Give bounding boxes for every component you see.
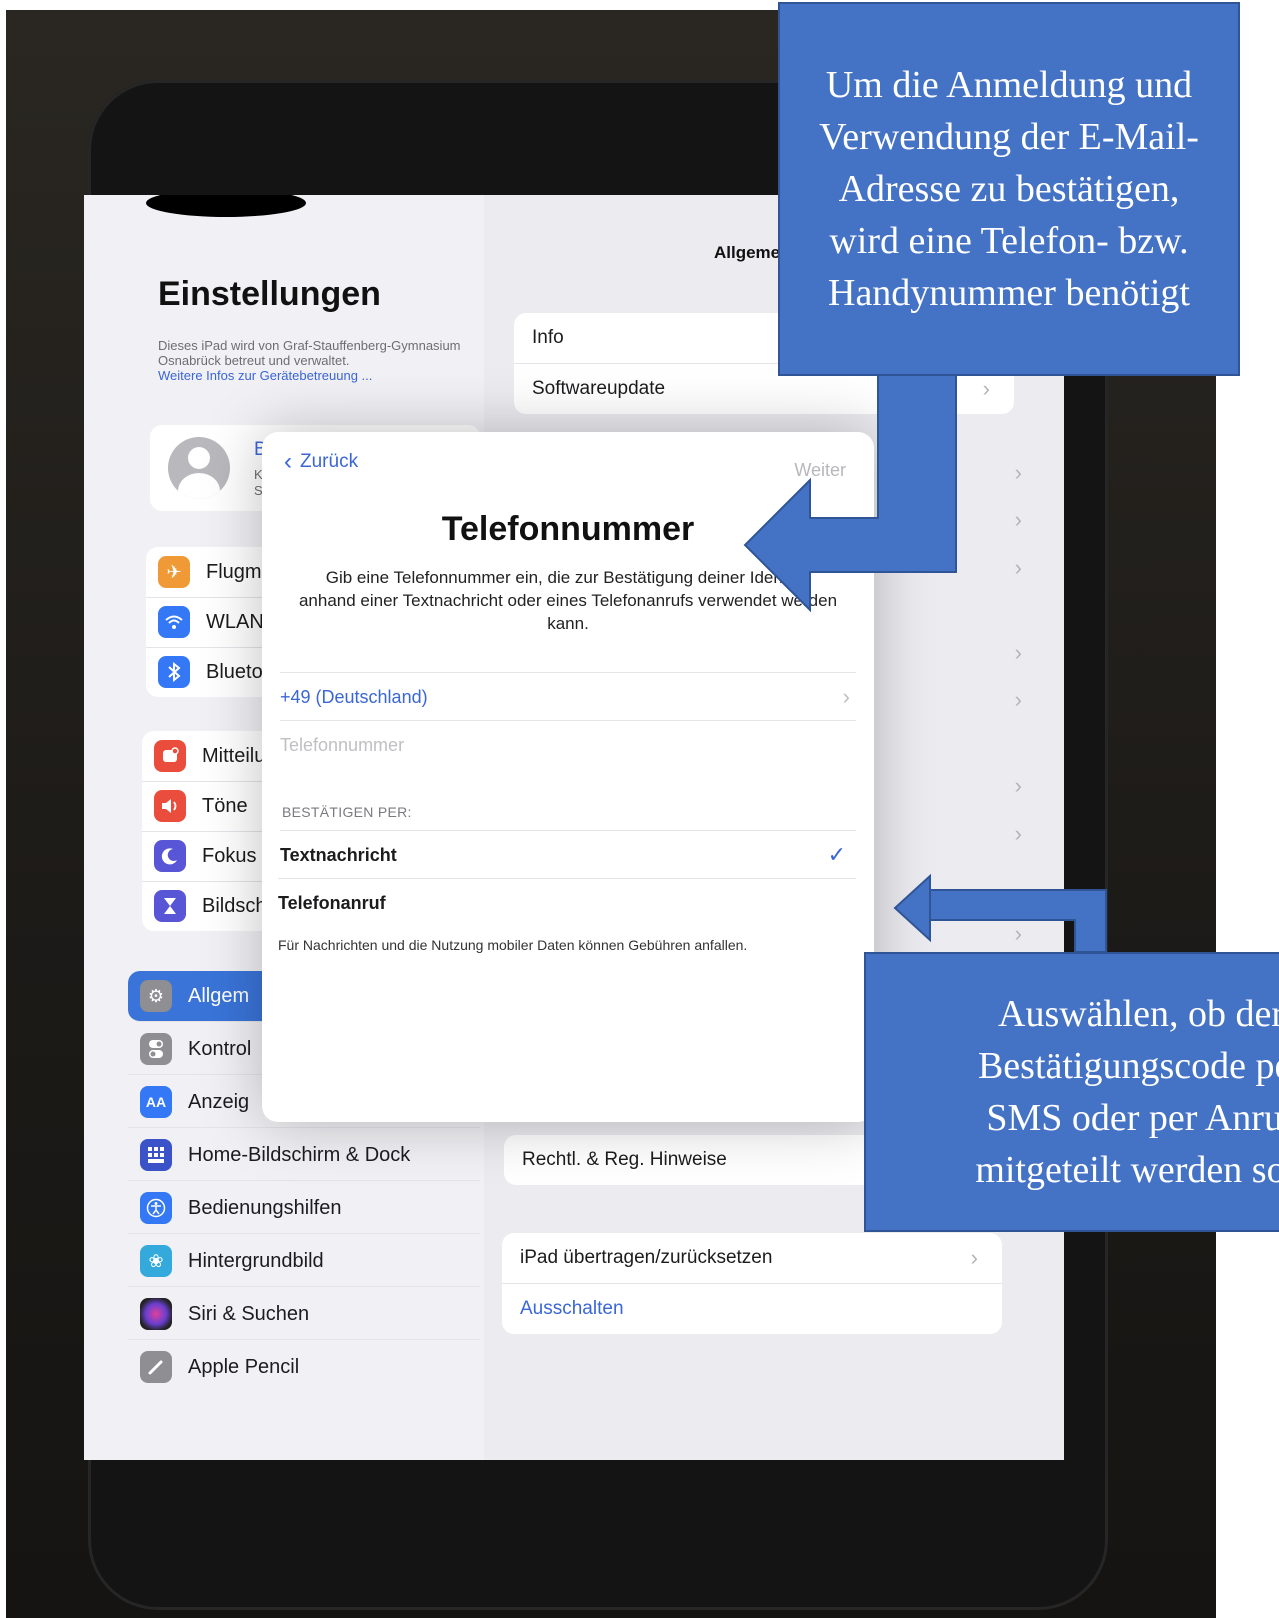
page-title: Einstellungen xyxy=(158,275,381,313)
chevron-right-icon: › xyxy=(1014,460,1022,485)
chevron-right-icon: › xyxy=(1014,640,1022,665)
callout-line: Handynummer benötigt xyxy=(828,272,1190,314)
siri-icon xyxy=(140,1298,172,1330)
sidebar-item-home-bildschirm[interactable]: Home-Bildschirm & Dock xyxy=(128,1130,480,1181)
gear-icon: ⚙ xyxy=(140,980,172,1012)
callout-choose-method: Auswählen, ob der Bestätigungscode per S… xyxy=(864,952,1279,1232)
callout-line: SMS oder per Anruf xyxy=(986,1097,1279,1139)
main-title: Allgeme xyxy=(714,243,781,262)
sidebar-item-label: Bildsch xyxy=(202,894,267,917)
chevron-right-icon: › xyxy=(982,376,990,401)
chevron-right-icon: › xyxy=(1014,921,1022,946)
sidebar-item-siri[interactable]: Siri & Suchen xyxy=(128,1289,480,1340)
sidebar-item-label: Kontrol xyxy=(188,1037,252,1060)
chevron-right-icon: › xyxy=(1014,555,1022,580)
callout-line: Bestätigungscode per xyxy=(977,1045,1279,1087)
sidebar-item-label: Fokus xyxy=(202,844,257,867)
chevron-right-icon: › xyxy=(1014,773,1022,798)
row-label: iPad übertragen/zurücksetzen xyxy=(520,1247,773,1268)
dialog-description: Gib eine Telefonnummer ein, die zur Best… xyxy=(298,568,838,633)
wifi-icon xyxy=(158,606,190,638)
dialog-title: Telefonnummer xyxy=(441,510,695,548)
charges-note: Für Nachrichten und die Nutzung mobiler … xyxy=(278,937,748,953)
next-button[interactable]: Weiter xyxy=(794,460,846,481)
chevron-right-icon: › xyxy=(842,684,850,709)
callout-line: wird eine Telefon- bzw. xyxy=(829,220,1189,262)
mdm-text: Dieses iPad wird von Graf-Stauffenberg-G… xyxy=(158,338,461,368)
main-group-reset: iPad übertragen/zurücksetzen › Ausschalte… xyxy=(502,1233,1002,1334)
phone-number-dialog: ‹ Zurück Weiter Telefonnummer Gib eine T… xyxy=(262,432,874,1122)
row-label: Softwareupdate xyxy=(532,378,666,399)
callout-line: Verwendung der E-Mail- xyxy=(819,116,1199,158)
mdm-notice: Dieses iPad wird von Graf-Stauffenberg-G… xyxy=(158,338,478,383)
option-textnachricht[interactable]: Textnachricht ✓ xyxy=(280,830,856,879)
sidebar-item-label: Töne xyxy=(202,794,248,817)
row-label: Rechtl. & Reg. Hinweise xyxy=(522,1149,727,1170)
option-label: Textnachricht xyxy=(280,844,397,865)
sidebar-item-label: Apple Pencil xyxy=(188,1355,300,1378)
option-label: Telefonanruf xyxy=(278,892,386,913)
checkmark-icon: ✓ xyxy=(827,842,846,867)
chevron-right-icon: › xyxy=(1014,687,1022,712)
callout-line: Auswählen, ob der xyxy=(998,993,1279,1035)
callout-line: Um die Anmeldung und xyxy=(825,64,1193,106)
country-code: +49 (Deutschland) xyxy=(280,686,428,707)
row-label: Ausschalten xyxy=(520,1298,624,1319)
redaction-mark xyxy=(146,195,306,217)
phone-number-input[interactable] xyxy=(280,734,856,756)
airplane-icon: ✈ xyxy=(158,556,190,588)
section-header: BESTÄTIGEN PER: xyxy=(282,804,412,820)
pencil-icon xyxy=(140,1351,172,1383)
notifications-icon xyxy=(154,740,186,772)
sidebar-item-label: Allgem xyxy=(188,984,250,1007)
sounds-icon xyxy=(154,790,186,822)
row-transfer-reset[interactable]: iPad übertragen/zurücksetzen › xyxy=(502,1233,1002,1284)
callout-line: Adresse zu bestätigen, xyxy=(838,168,1180,210)
sidebar-item-label: Anzeig xyxy=(188,1090,250,1113)
display-icon: AA xyxy=(140,1086,172,1118)
home-grid-icon xyxy=(140,1139,172,1171)
moon-icon xyxy=(154,840,186,872)
sidebar-item-label: Bedienungshilfen xyxy=(188,1196,342,1219)
accessibility-icon xyxy=(140,1192,172,1224)
chevron-right-icon: › xyxy=(970,1245,978,1270)
sidebar-item-label: Siri & Suchen xyxy=(188,1302,310,1325)
sidebar-item-label: Home-Bildschirm & Dock xyxy=(188,1143,411,1166)
sidebar-item-bedienungshilfen[interactable]: Bedienungshilfen xyxy=(128,1183,480,1234)
callout-line: mitgeteilt werden soll xyxy=(975,1149,1279,1191)
wallpaper-icon: ❀ xyxy=(140,1245,172,1277)
hourglass-icon xyxy=(154,890,186,922)
sidebar-item-label: WLAN xyxy=(206,610,264,633)
country-selector[interactable]: +49 (Deutschland) › xyxy=(280,672,856,721)
chevron-right-icon: › xyxy=(1014,507,1022,532)
bluetooth-icon xyxy=(158,656,190,688)
sidebar-item-hintergrundbild[interactable]: ❀ Hintergrundbild xyxy=(128,1236,480,1287)
row-label: Info xyxy=(532,327,564,348)
option-telefonanruf[interactable]: Telefonanruf xyxy=(278,878,856,927)
toggles-icon xyxy=(140,1033,172,1065)
phone-number-row xyxy=(280,720,856,769)
chevron-right-icon: › xyxy=(1014,821,1022,846)
back-button[interactable]: ‹ Zurück xyxy=(284,448,358,476)
sidebar-item-apple-pencil[interactable]: Apple Pencil xyxy=(128,1342,480,1392)
mdm-link[interactable]: Weitere Infos zur Gerätebetreuung ... xyxy=(158,368,372,383)
chevron-left-icon: ‹ xyxy=(284,448,292,475)
avatar xyxy=(168,437,230,499)
sidebar-item-label: Mitteilu xyxy=(202,744,266,767)
shutdown-button[interactable]: Ausschalten xyxy=(502,1284,1002,1334)
back-label: Zurück xyxy=(300,451,359,472)
callout-phone-required: Um die Anmeldung und Verwendung der E-Ma… xyxy=(778,2,1240,376)
sidebar-item-label: Hintergrundbild xyxy=(188,1249,324,1272)
